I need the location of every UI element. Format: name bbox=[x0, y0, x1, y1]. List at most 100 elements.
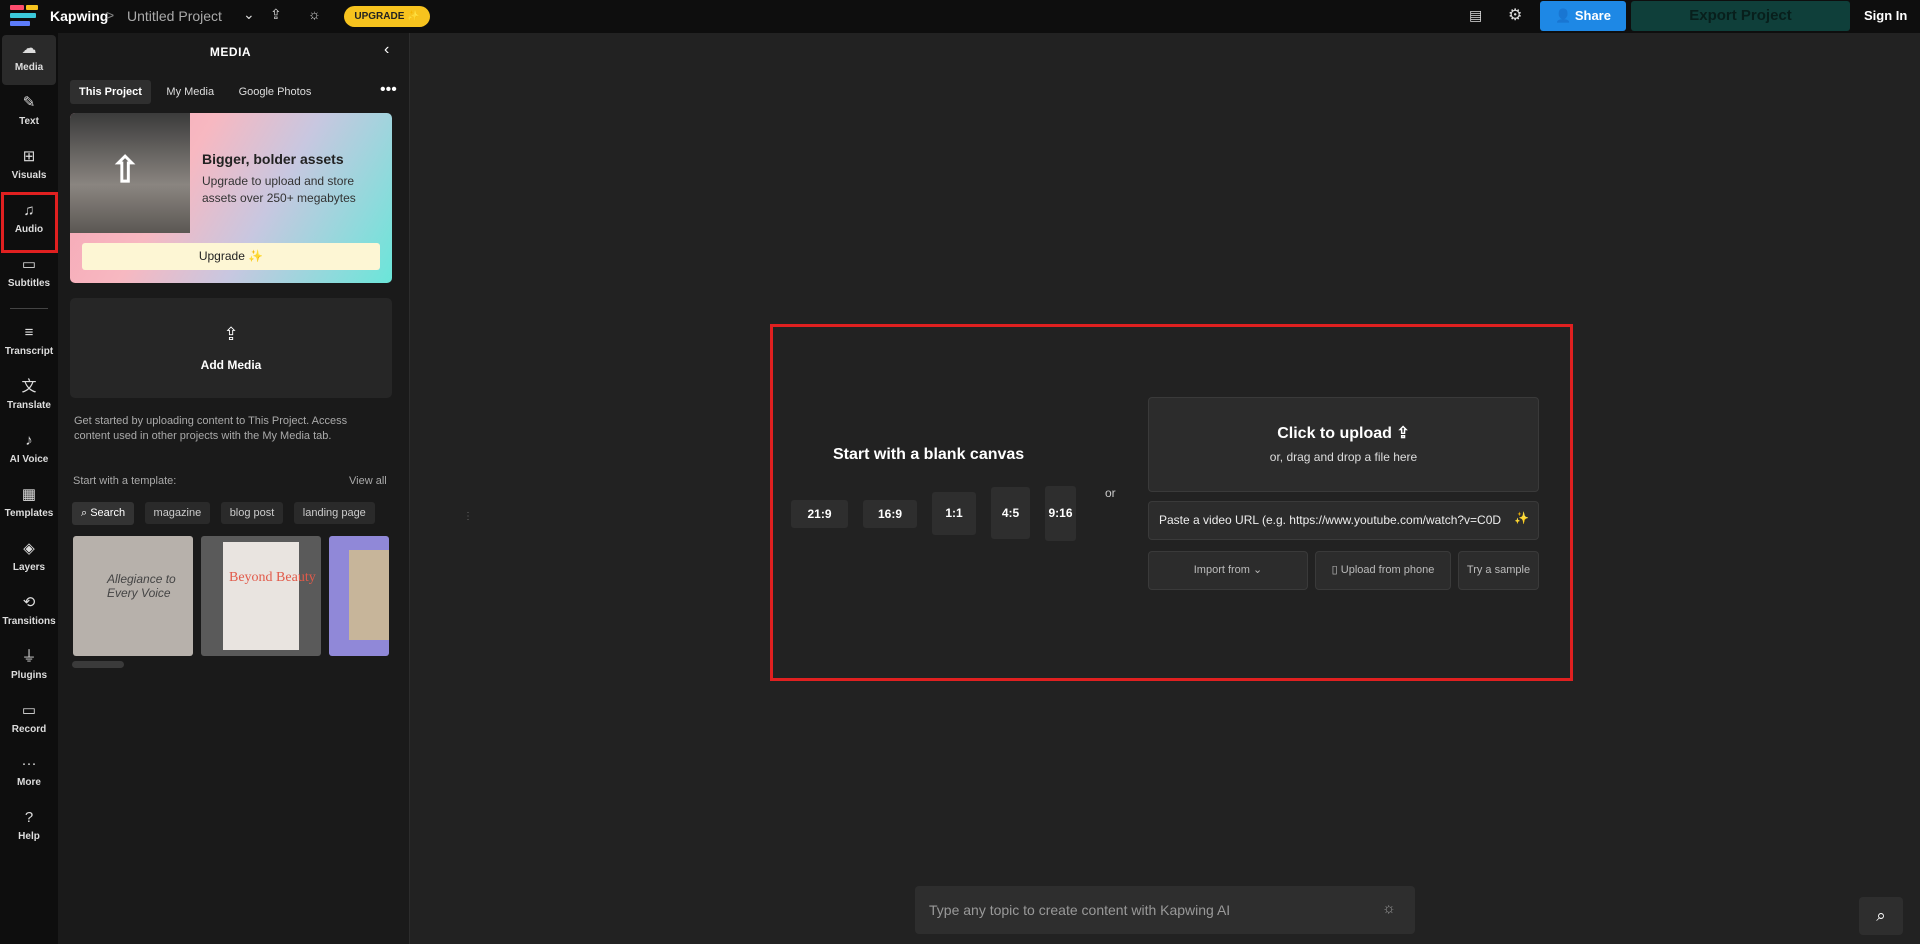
translate-icon: 文 bbox=[21, 378, 37, 395]
rail-item-label: Media bbox=[14, 62, 44, 73]
share-button[interactable]: 👤 Share bbox=[1540, 1, 1626, 31]
click-to-upload-dropzone[interactable]: Click to upload ⇪ or, drag and drop a fi… bbox=[1148, 397, 1539, 492]
upload-arrow-icon: ⇧ bbox=[110, 149, 141, 190]
chip-magazine[interactable]: magazine bbox=[144, 502, 211, 524]
rail-item-label: More bbox=[17, 777, 41, 788]
ratio-1-1-button[interactable]: 1:1 bbox=[932, 492, 976, 535]
import-from-button[interactable]: Import from ⌄ bbox=[1148, 551, 1308, 590]
brand-name[interactable]: Kapwing bbox=[50, 8, 108, 24]
kapwing-ai-input[interactable]: Type any topic to create content with Ka… bbox=[915, 886, 1415, 934]
blank-canvas-title: Start with a blank canvas bbox=[833, 446, 1025, 463]
or-label: or bbox=[1105, 486, 1116, 500]
more-options-icon[interactable]: ••• bbox=[380, 81, 397, 99]
template-thumbnail[interactable] bbox=[329, 536, 389, 656]
layers-icon: ◈ bbox=[23, 540, 35, 557]
rail-item-media[interactable]: ☁ Media bbox=[2, 35, 56, 85]
chevron-down-icon[interactable]: ⌄ bbox=[243, 6, 255, 23]
rail-item-templates[interactable]: ▦ Templates bbox=[0, 481, 58, 531]
upgrade-button[interactable]: UPGRADE ✨ bbox=[344, 6, 430, 27]
rail-item-label: Transitions bbox=[2, 616, 56, 627]
chip-landing-page[interactable]: landing page bbox=[293, 502, 375, 524]
upgrade-promo-card: ⇧ Bigger, bolder assets Upgrade to uploa… bbox=[70, 113, 392, 283]
upload-from-phone-button[interactable]: ▯ Upload from phone bbox=[1315, 551, 1451, 590]
template-chips: ⌕ Search magazine blog post landing page bbox=[72, 502, 381, 525]
template-thumbnail[interactable]: Beyond Beauty bbox=[201, 536, 321, 656]
thumbnail-text: Allegiance to Every Voice bbox=[107, 572, 176, 600]
top-bar: Kapwing > Untitled Project ⌄ ⇪ ☼ UPGRADE… bbox=[0, 0, 1920, 33]
rail-divider bbox=[10, 308, 48, 309]
upload-title: Click to upload bbox=[1277, 425, 1392, 442]
camera-icon: ▭ bbox=[21, 702, 37, 719]
panel-resize-handle[interactable]: ⋮ bbox=[463, 511, 473, 522]
subtitles-icon: ▭ bbox=[21, 256, 37, 273]
more-dots-icon: ··· bbox=[21, 755, 37, 772]
template-scrollbar[interactable] bbox=[72, 661, 124, 668]
rail-item-transcript[interactable]: ≡ Transcript bbox=[0, 319, 58, 369]
rail-item-plugins[interactable]: ⏚ Plugins bbox=[0, 643, 58, 693]
rail-item-label: Translate bbox=[7, 400, 51, 411]
templates-icon: ▦ bbox=[21, 486, 37, 503]
phone-icon: ▯ bbox=[1331, 564, 1341, 576]
add-media-button[interactable]: ⇪ Add Media bbox=[70, 298, 392, 398]
transcript-icon: ≡ bbox=[24, 324, 34, 341]
rail-item-help[interactable]: ? Help bbox=[0, 804, 58, 854]
upload-from-phone-label: Upload from phone bbox=[1340, 564, 1435, 576]
search-icon[interactable]: ⌕ bbox=[1859, 897, 1903, 935]
template-heading: Start with a template: bbox=[73, 475, 177, 487]
ratio-9-16-button[interactable]: 9:16 bbox=[1045, 486, 1076, 541]
add-media-label: Add Media bbox=[200, 358, 262, 372]
gear-icon[interactable]: ⚙ bbox=[1508, 5, 1522, 25]
lightbulb-icon[interactable]: ☼ bbox=[1382, 900, 1396, 917]
chevron-down-icon: ⌄ bbox=[1253, 564, 1263, 576]
ratio-4-5-button[interactable]: 4:5 bbox=[991, 487, 1030, 539]
template-thumbnail[interactable]: Allegiance to Every Voice bbox=[73, 536, 193, 656]
media-tabs: This Project My Media Google Photos bbox=[70, 80, 322, 104]
share-label: Share bbox=[1574, 8, 1611, 23]
rail-item-record[interactable]: ▭ Record bbox=[0, 697, 58, 747]
promo-upgrade-button[interactable]: Upgrade ✨ bbox=[82, 243, 380, 270]
text-edit-icon: ✎ bbox=[22, 94, 36, 111]
collapse-panel-icon[interactable]: ‹ bbox=[384, 41, 389, 59]
sign-in-link[interactable]: Sign In bbox=[1864, 8, 1907, 23]
kapwing-logo-icon[interactable] bbox=[10, 5, 40, 27]
tab-this-project[interactable]: This Project bbox=[70, 80, 151, 104]
sparkle-icon[interactable]: ✨ bbox=[1514, 511, 1529, 525]
view-all-link[interactable]: View all bbox=[349, 475, 387, 487]
rail-item-label: Layers bbox=[12, 562, 46, 573]
lightbulb-icon[interactable]: ☼ bbox=[308, 6, 321, 22]
export-project-button[interactable]: Export Project bbox=[1631, 1, 1850, 31]
tab-my-media[interactable]: My Media bbox=[157, 80, 223, 104]
plugin-icon: ⏚ bbox=[21, 648, 37, 665]
try-sample-button[interactable]: Try a sample bbox=[1458, 551, 1539, 590]
rail-item-label: AI Voice bbox=[9, 454, 49, 465]
help-icon: ? bbox=[24, 809, 34, 826]
rail-item-text[interactable]: ✎ Text bbox=[0, 89, 58, 139]
thumbnail-page bbox=[349, 550, 389, 640]
upload-icon[interactable]: ⇪ bbox=[270, 6, 282, 23]
project-title[interactable]: Untitled Project bbox=[127, 8, 222, 24]
rail-item-layers[interactable]: ◈ Layers bbox=[0, 535, 58, 585]
ai-voice-icon: ♪ bbox=[25, 432, 33, 449]
video-url-input[interactable]: Paste a video URL (e.g. https://www.yout… bbox=[1148, 501, 1539, 540]
cloud-upload-icon: ☁ bbox=[21, 40, 37, 57]
chip-search[interactable]: ⌕ Search bbox=[72, 502, 135, 525]
rail-item-transitions[interactable]: ⟲ Transitions bbox=[0, 589, 58, 639]
rail-item-label: Transcript bbox=[4, 346, 54, 357]
rail-item-label: Templates bbox=[4, 508, 54, 519]
rail-item-label: Record bbox=[11, 724, 47, 735]
chip-label: Search bbox=[90, 507, 126, 519]
comment-icon[interactable]: ▤ bbox=[1469, 7, 1482, 24]
promo-title: Bigger, bolder assets bbox=[202, 151, 344, 167]
rail-item-translate[interactable]: 文 Translate bbox=[0, 373, 58, 423]
rail-item-subtitles[interactable]: ▭ Subtitles bbox=[0, 251, 58, 301]
rail-item-ai-voice[interactable]: ♪ AI Voice bbox=[0, 427, 58, 477]
rail-item-more[interactable]: ··· More bbox=[0, 750, 58, 800]
rail-item-visuals[interactable]: ⊞ Visuals bbox=[0, 143, 58, 193]
thumbnail-text: Beyond Beauty bbox=[229, 570, 316, 585]
media-panel: MEDIA ‹ This Project My Media Google Pho… bbox=[58, 33, 473, 944]
ratio-21-9-button[interactable]: 21:9 bbox=[791, 500, 848, 528]
tab-google-photos[interactable]: Google Photos bbox=[230, 80, 321, 104]
rail-item-label: Help bbox=[18, 831, 40, 842]
ratio-16-9-button[interactable]: 16:9 bbox=[863, 500, 917, 528]
chip-blog-post[interactable]: blog post bbox=[220, 502, 284, 524]
